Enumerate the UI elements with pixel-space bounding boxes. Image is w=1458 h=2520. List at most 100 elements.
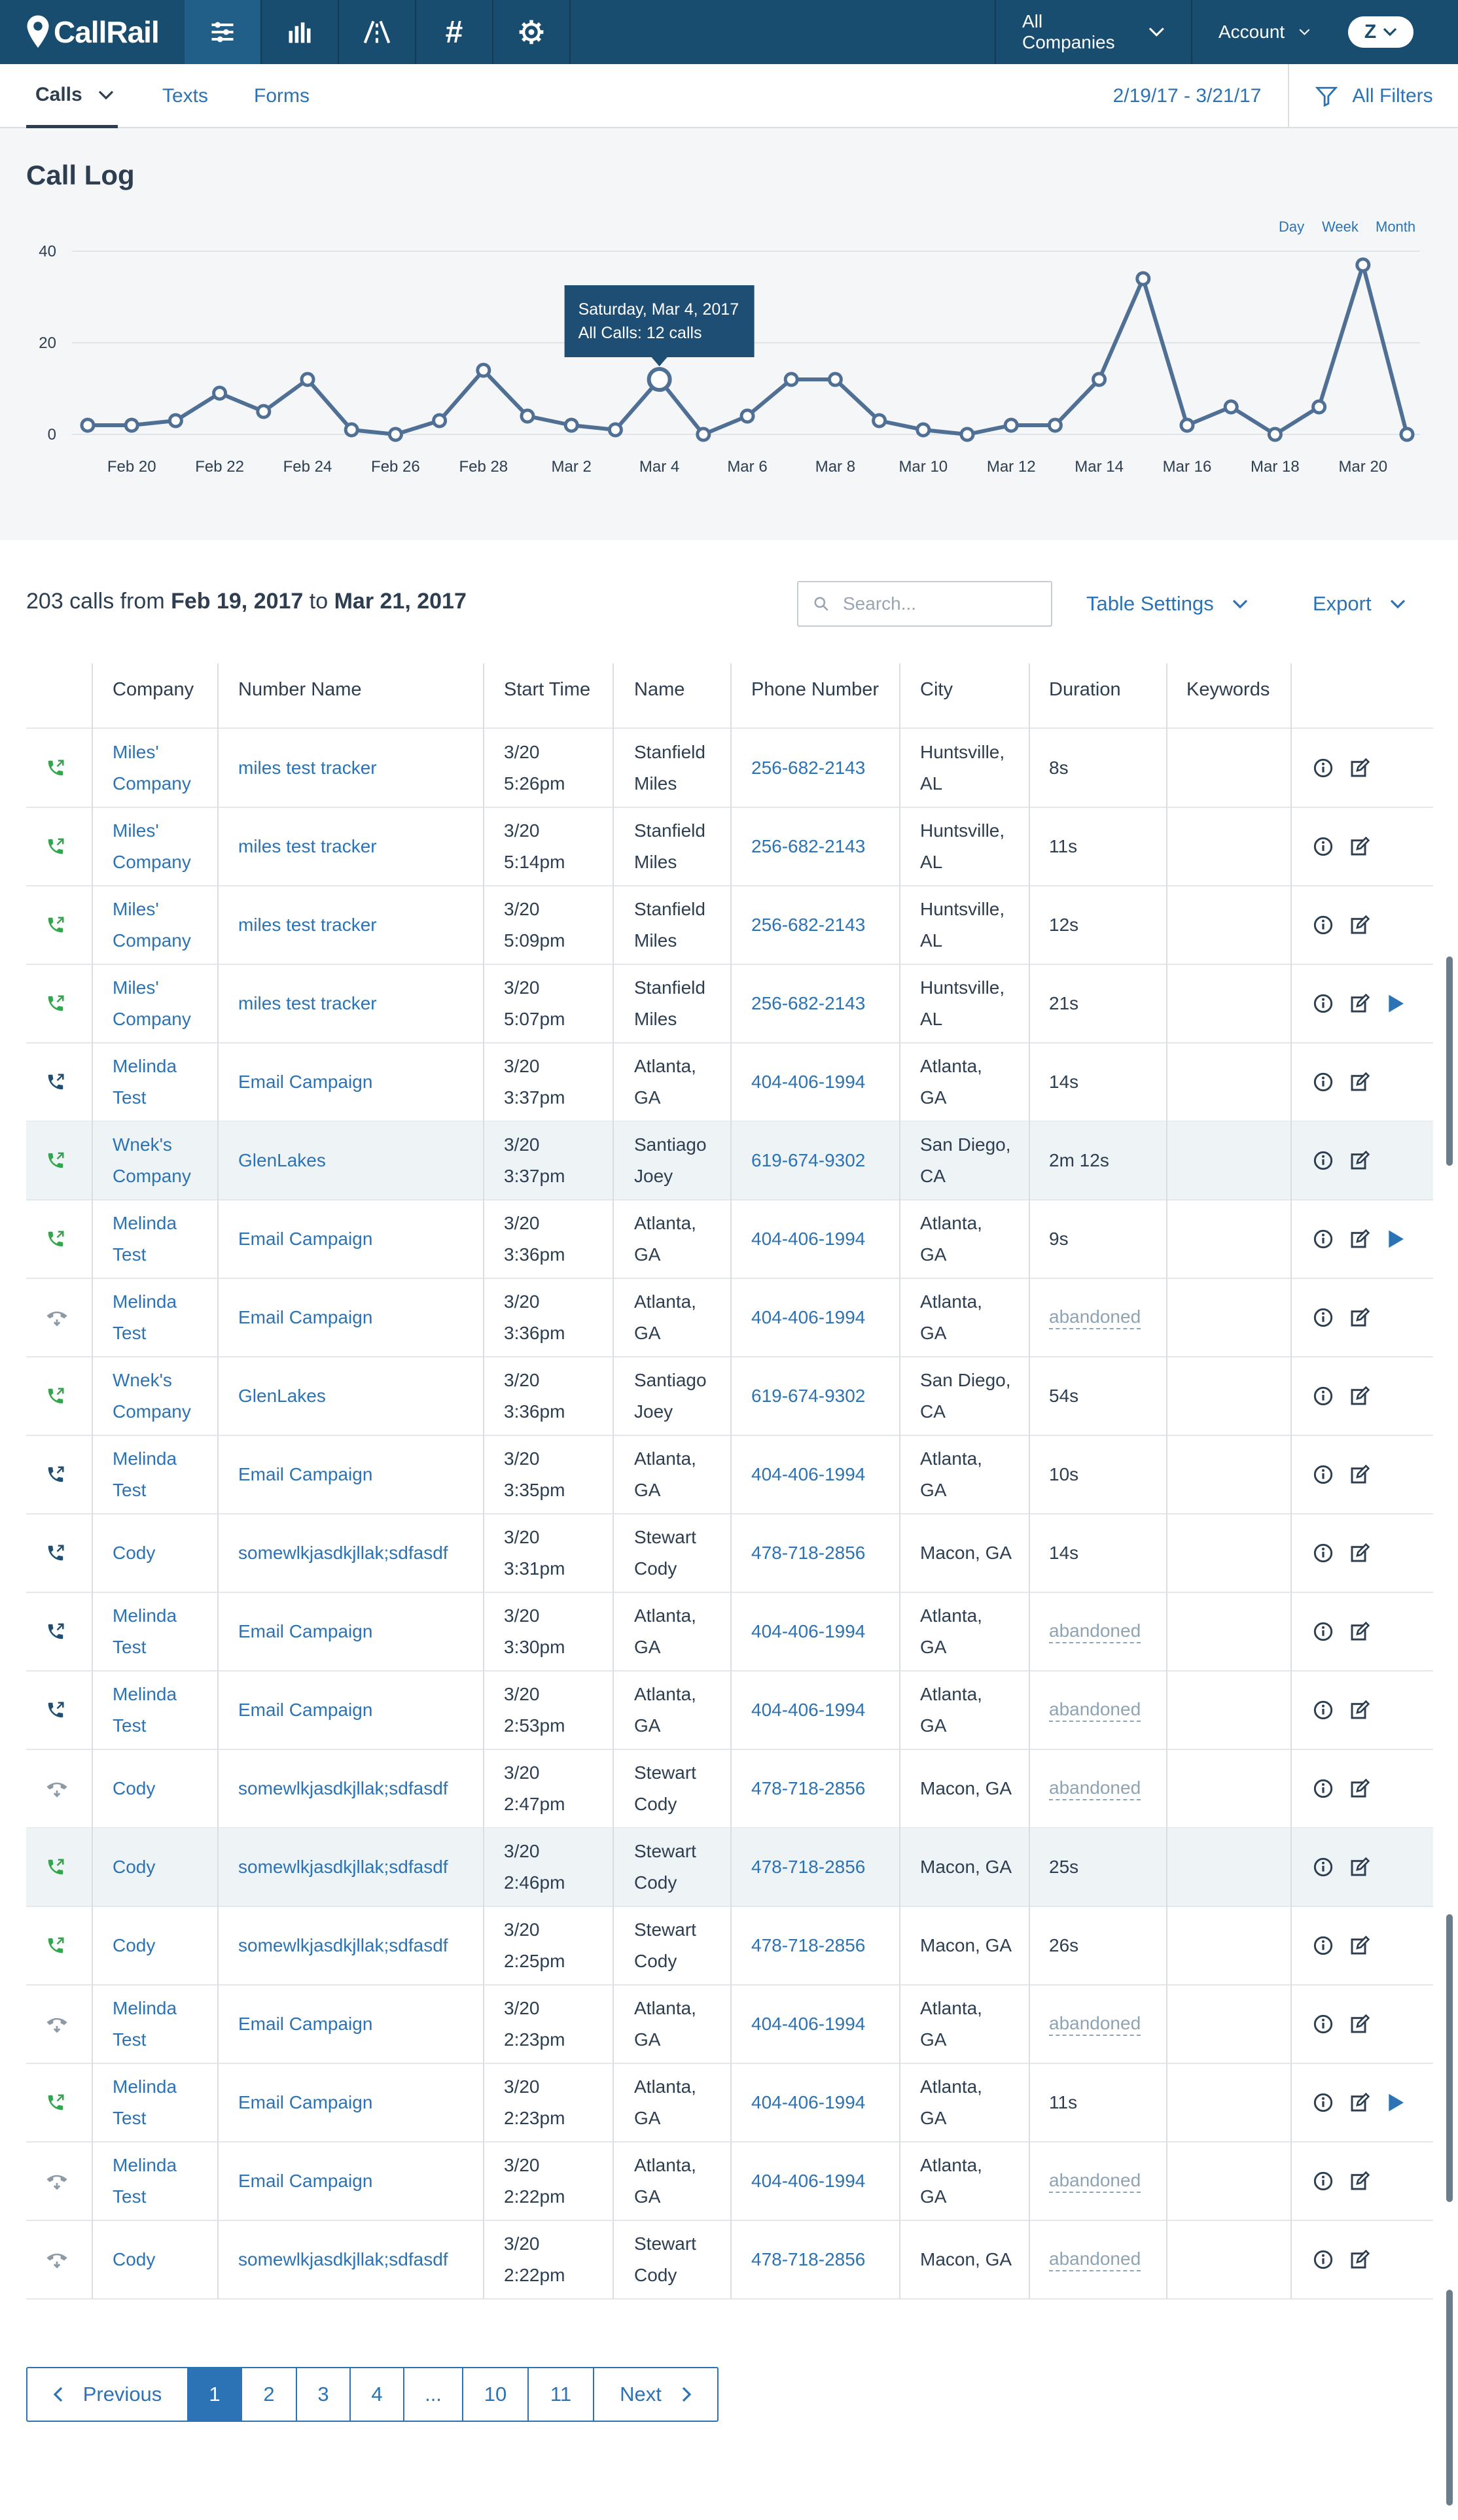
table-row[interactable]: Melinda Test Email Campaign 3/20 3:35pm Atlan… xyxy=(26,1435,1433,1514)
company-link[interactable]: Miles' Company xyxy=(113,886,191,964)
phone-number-link[interactable]: 619-674-9302 xyxy=(751,1357,865,1435)
abandoned-label[interactable]: abandoned xyxy=(1049,1777,1141,1800)
number-name-link[interactable]: somewlkjasdkjllak;sdfasdf xyxy=(238,1749,448,1828)
table-row[interactable]: Miles' Company miles test tracker 3/20 5:07p… xyxy=(26,964,1433,1043)
company-link[interactable]: Miles' Company xyxy=(113,729,191,807)
export-dropdown[interactable]: Export xyxy=(1313,581,1406,627)
edit-call-button[interactable] xyxy=(1349,1828,1370,1906)
tab-calls[interactable]: Calls xyxy=(26,64,118,128)
edit-call-button[interactable] xyxy=(1349,1278,1370,1357)
company-link[interactable]: Cody xyxy=(113,2220,155,2299)
nav-settings-button[interactable] xyxy=(493,0,571,64)
call-details-button[interactable] xyxy=(1313,807,1334,886)
edit-call-button[interactable] xyxy=(1349,1435,1370,1514)
data-point[interactable] xyxy=(1355,257,1371,273)
column-header-name[interactable]: Name xyxy=(634,663,685,716)
data-point[interactable] xyxy=(916,422,931,438)
edit-call-button[interactable] xyxy=(1349,1906,1370,1985)
phone-number-link[interactable]: 404-406-1994 xyxy=(751,1592,865,1671)
edit-call-button[interactable] xyxy=(1349,1357,1370,1435)
edit-call-button[interactable] xyxy=(1349,1592,1370,1671)
call-details-button[interactable] xyxy=(1313,1749,1334,1828)
edit-call-button[interactable] xyxy=(1349,1514,1370,1592)
call-details-button[interactable] xyxy=(1313,2142,1334,2220)
company-link[interactable]: Melinda Test xyxy=(113,1435,177,1514)
abandoned-label[interactable]: abandoned xyxy=(1049,1306,1141,1329)
number-name-link[interactable]: Email Campaign xyxy=(238,1043,372,1121)
number-name-link[interactable]: miles test tracker xyxy=(238,886,377,964)
search-input[interactable]: Search... xyxy=(797,581,1052,627)
abandoned-label[interactable]: abandoned xyxy=(1049,1620,1141,1643)
phone-number-link[interactable]: 478-718-2856 xyxy=(751,1906,865,1985)
data-point[interactable] xyxy=(256,404,272,419)
table-row[interactable]: Cody somewlkjasdkjllak;sdfasdf 3/20 2:46pm S… xyxy=(26,1828,1433,1906)
table-row[interactable]: Wnek's Company GlenLakes 3/20 3:37pm Santiago… xyxy=(26,1121,1433,1200)
data-point[interactable] xyxy=(1311,399,1327,415)
call-details-button[interactable] xyxy=(1313,1278,1334,1357)
call-details-button[interactable] xyxy=(1313,964,1334,1043)
number-name-link[interactable]: miles test tracker xyxy=(238,807,377,886)
table-row[interactable]: Melinda Test Email Campaign 3/20 3:30pm Atlan… xyxy=(26,1592,1433,1671)
nav-numbers-button[interactable]: # xyxy=(416,0,493,64)
column-header-start-time[interactable]: Start Time xyxy=(504,663,590,716)
number-name-link[interactable]: somewlkjasdkjllak;sdfasdf xyxy=(238,1906,448,1985)
edit-call-button[interactable] xyxy=(1349,964,1370,1043)
company-link[interactable]: Cody xyxy=(113,1828,155,1906)
table-row[interactable]: Melinda Test Email Campaign 3/20 2:22pm Atlan… xyxy=(26,2142,1433,2220)
data-point[interactable] xyxy=(432,413,448,429)
data-point[interactable] xyxy=(1267,427,1283,442)
call-details-button[interactable] xyxy=(1313,1906,1334,1985)
phone-number-link[interactable]: 256-682-2143 xyxy=(751,964,865,1043)
call-details-button[interactable] xyxy=(1313,1514,1334,1592)
phone-number-link[interactable]: 619-674-9302 xyxy=(751,1121,865,1200)
page-1-button[interactable]: 1 xyxy=(188,2368,242,2421)
company-link[interactable]: Melinda Test xyxy=(113,1671,177,1749)
data-point[interactable] xyxy=(739,408,755,424)
abandoned-label[interactable]: abandoned xyxy=(1049,1698,1141,1722)
call-details-button[interactable] xyxy=(1313,2063,1334,2142)
number-name-link[interactable]: GlenLakes xyxy=(238,1121,326,1200)
data-point[interactable] xyxy=(1223,399,1239,415)
column-header-city[interactable]: City xyxy=(920,663,953,716)
scrollbar-thumb[interactable] xyxy=(1446,956,1453,1166)
phone-number-link[interactable]: 478-718-2856 xyxy=(751,1514,865,1592)
scrollbar-thumb[interactable] xyxy=(1446,1914,1453,2202)
number-name-link[interactable]: miles test tracker xyxy=(238,729,377,807)
tab-texts[interactable]: Texts xyxy=(162,64,208,128)
table-row[interactable]: Melinda Test Email Campaign 3/20 3:37pm Atlan… xyxy=(26,1043,1433,1121)
table-row[interactable]: Melinda Test Email Campaign 3/20 2:23pm Atlan… xyxy=(26,2063,1433,2142)
call-details-button[interactable] xyxy=(1313,1435,1334,1514)
column-header-keywords[interactable]: Keywords xyxy=(1186,663,1270,716)
call-details-button[interactable] xyxy=(1313,1200,1334,1278)
company-link[interactable]: Melinda Test xyxy=(113,2063,177,2142)
company-link[interactable]: Wnek's Company xyxy=(113,1121,191,1200)
phone-number-link[interactable]: 256-682-2143 xyxy=(751,807,865,886)
number-name-link[interactable]: GlenLakes xyxy=(238,1357,326,1435)
abandoned-label[interactable]: abandoned xyxy=(1049,2169,1141,2193)
phone-number-link[interactable]: 404-406-1994 xyxy=(751,1043,865,1121)
data-point[interactable] xyxy=(607,422,623,438)
page-4-button[interactable]: 4 xyxy=(351,2368,404,2421)
company-link[interactable]: Melinda Test xyxy=(113,1043,177,1121)
number-name-link[interactable]: Email Campaign xyxy=(238,1671,372,1749)
number-name-link[interactable]: Email Campaign xyxy=(238,1435,372,1514)
data-point[interactable] xyxy=(872,413,887,429)
column-header-number-name[interactable]: Number Name xyxy=(238,663,362,716)
page-11-button[interactable]: 11 xyxy=(529,2368,594,2421)
call-details-button[interactable] xyxy=(1313,729,1334,807)
call-details-button[interactable] xyxy=(1313,1985,1334,2063)
number-name-link[interactable]: somewlkjasdkjllak;sdfasdf xyxy=(238,1828,448,1906)
company-link[interactable]: Melinda Test xyxy=(113,1592,177,1671)
data-point[interactable] xyxy=(783,372,799,387)
column-header-phone-number[interactable]: Phone Number xyxy=(751,663,879,716)
data-point[interactable] xyxy=(696,427,711,442)
data-point[interactable] xyxy=(1399,427,1415,442)
user-avatar-menu[interactable]: Z xyxy=(1348,16,1414,48)
table-settings-dropdown[interactable]: Table Settings xyxy=(1086,581,1248,627)
company-link[interactable]: Miles' Company xyxy=(113,964,191,1043)
data-point[interactable] xyxy=(827,372,843,387)
phone-number-link[interactable]: 404-406-1994 xyxy=(751,1278,865,1357)
phone-number-link[interactable]: 404-406-1994 xyxy=(751,1200,865,1278)
data-point[interactable] xyxy=(300,372,315,387)
all-filters-button[interactable]: All Filters xyxy=(1290,64,1458,128)
